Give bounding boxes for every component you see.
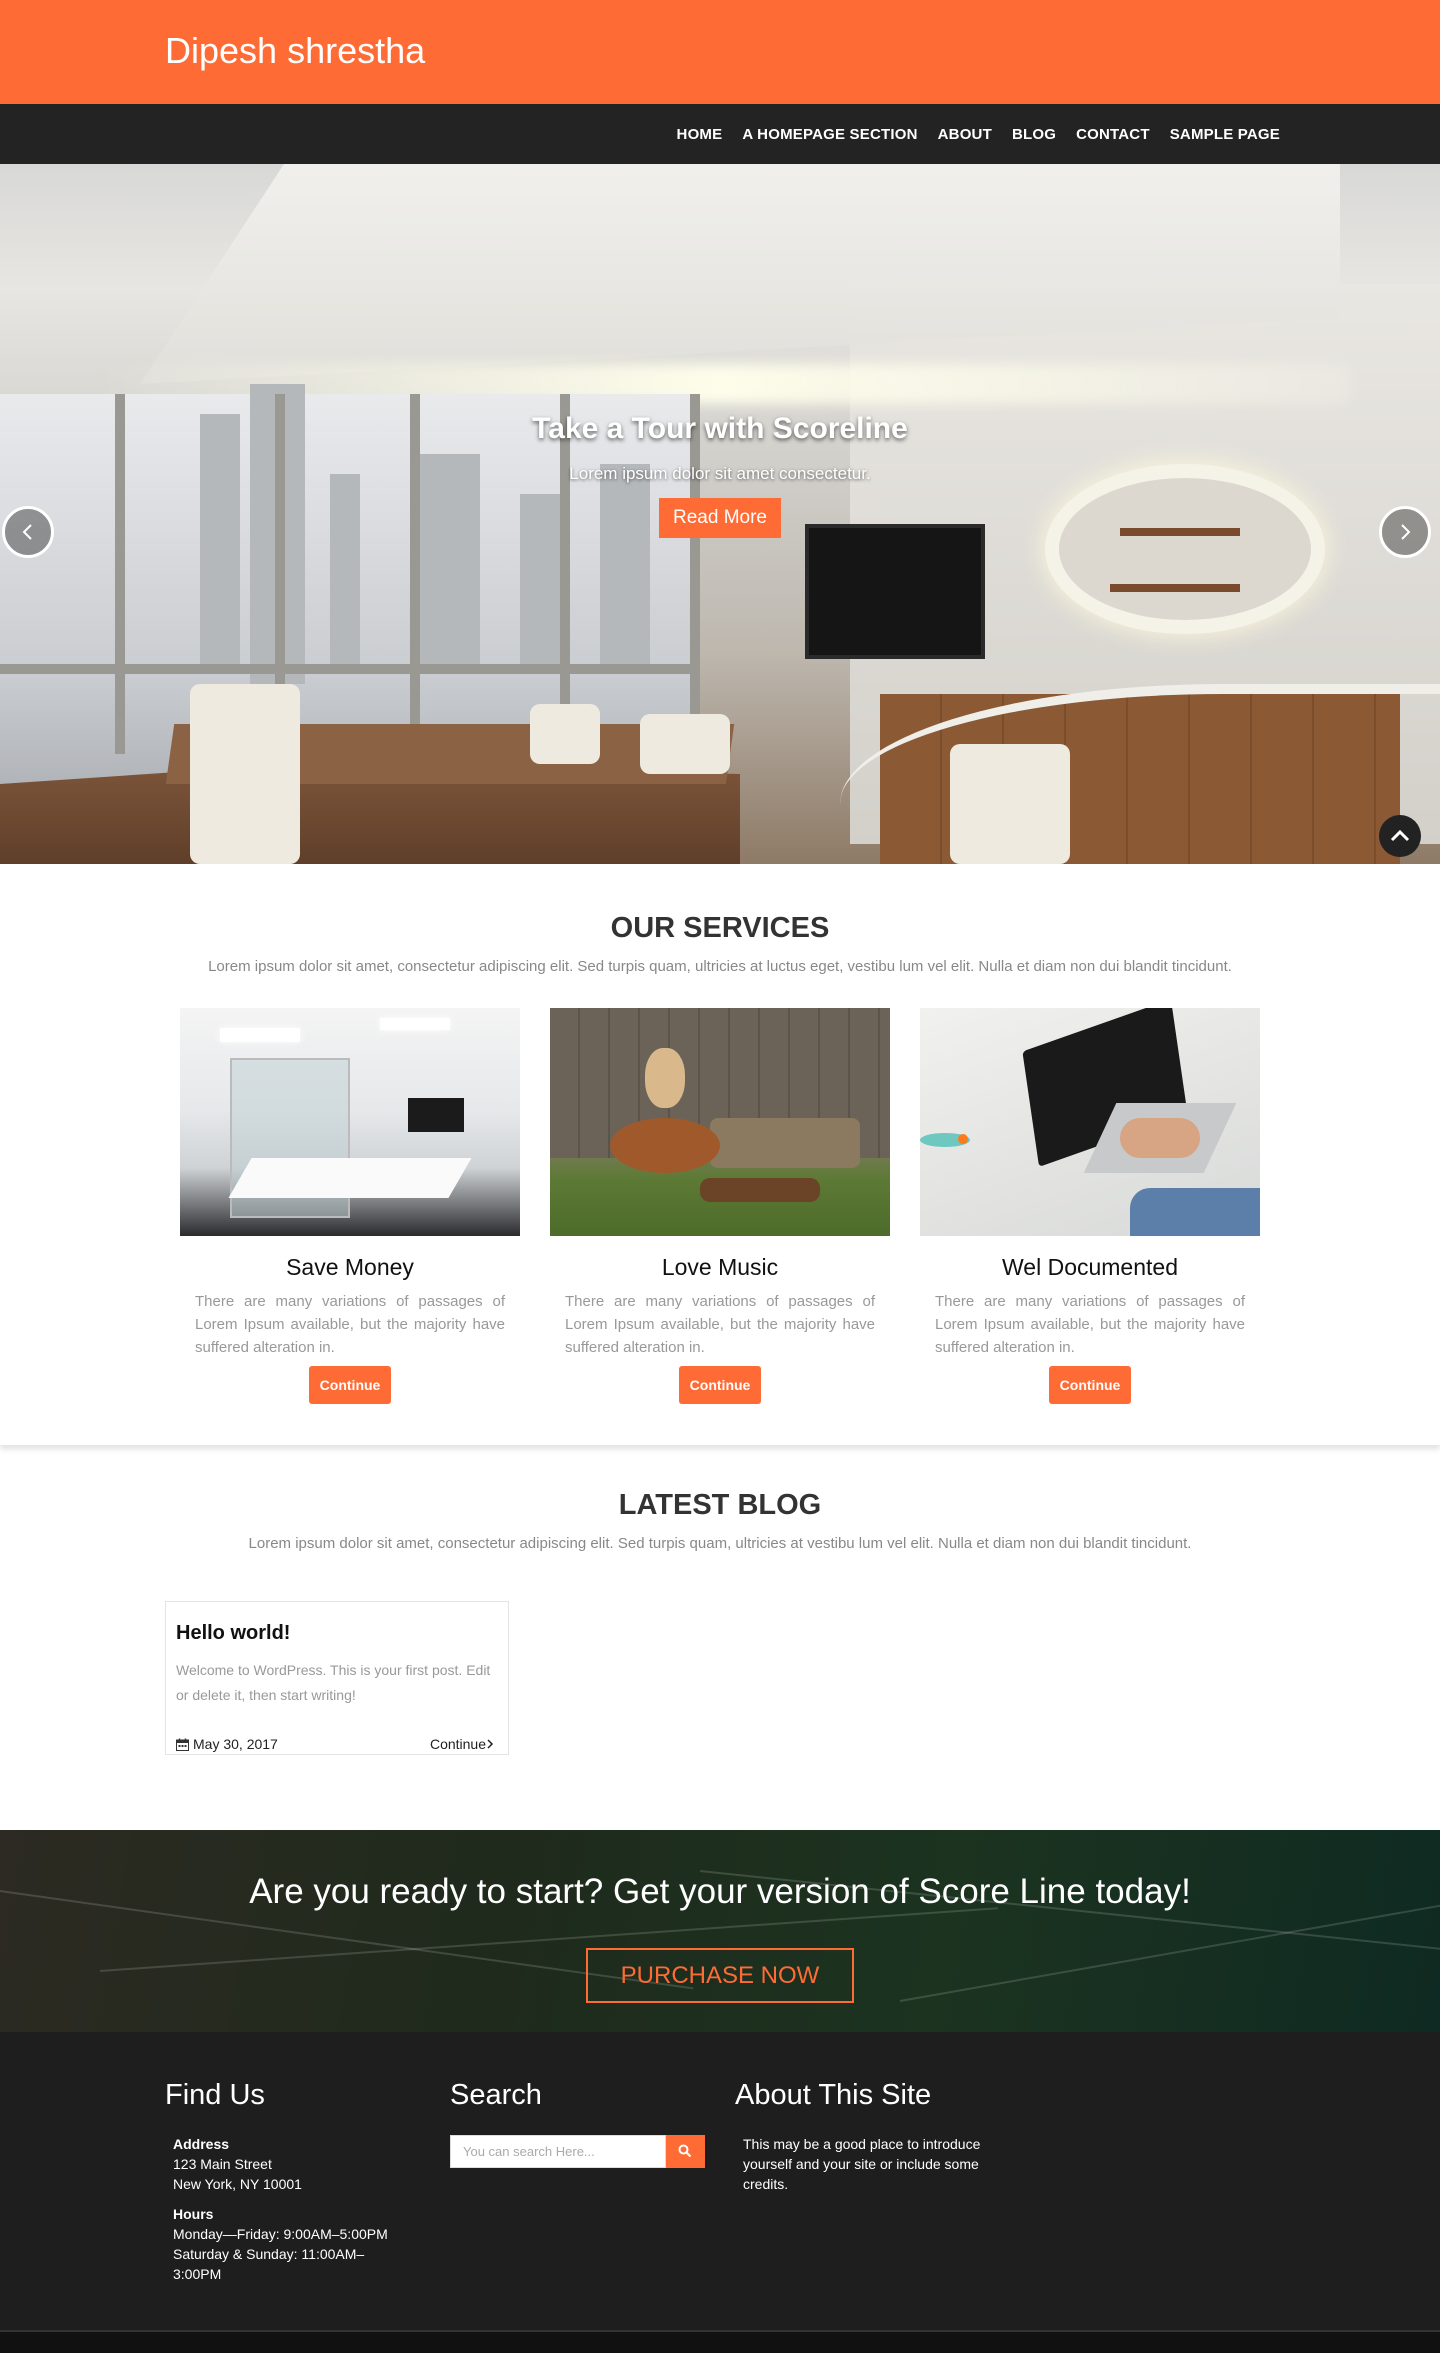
purchase-now-button[interactable]: PURCHASE NOW xyxy=(586,1948,854,2003)
hero-subtitle: Lorem ipsum dolor sit amet consectetur. xyxy=(569,464,871,483)
nav-item-sample-page[interactable]: SAMPLE PAGE xyxy=(1160,126,1280,143)
hero-image-mullion xyxy=(115,394,125,754)
post-date: May 30, 2017 xyxy=(176,1736,278,1752)
search-button[interactable] xyxy=(666,2135,705,2168)
hero-image-tower xyxy=(330,474,360,674)
hero-title: Take a Tour with Scoreline xyxy=(532,412,908,445)
service-title: Wel Documented xyxy=(1002,1254,1178,1280)
hero-image-tv xyxy=(805,524,985,659)
address-label: Address xyxy=(173,2136,230,2152)
services-description: Lorem ipsum dolor sit amet, consectetur … xyxy=(208,958,1232,975)
call-to-action: Are you ready to start? Get your version… xyxy=(0,1830,1440,2032)
post-continue-link[interactable]: Continue xyxy=(430,1736,494,1752)
post-continue-label: Continue xyxy=(429,1736,486,1752)
footer-heading-find-us: Find Us xyxy=(165,2079,265,2111)
decorative-streak xyxy=(99,1907,998,1972)
scroll-to-top-button[interactable] xyxy=(1379,815,1421,857)
image-detail xyxy=(228,1158,472,1198)
blog-title: LATEST BLOG xyxy=(618,1489,822,1521)
slider-prev-button[interactable] xyxy=(2,506,54,558)
blog-post-card: Hello world! Welcome to WordPress. This … xyxy=(165,1601,509,1755)
hero-image-mullion xyxy=(690,394,700,754)
nav-item-contact[interactable]: CONTACT xyxy=(1066,126,1160,143)
hero-image-shelf xyxy=(1120,528,1240,536)
blog-description: Lorem ipsum dolor sit amet, consectetur … xyxy=(248,1535,1192,1552)
hero-image-armchair xyxy=(950,744,1070,864)
image-detail xyxy=(610,1118,720,1173)
hero-image-chair xyxy=(190,684,300,864)
chevron-right-icon xyxy=(1401,524,1411,540)
hours-line: Monday—Friday: 9:00AM–5:00PM xyxy=(173,2226,388,2242)
site-header: Dipesh shrestha xyxy=(0,0,1440,104)
services-title: OUR SERVICES xyxy=(610,912,830,944)
image-detail xyxy=(380,1018,450,1030)
footer-heading-about: About This Site xyxy=(735,2079,932,2111)
service-image-conference-room xyxy=(180,1008,520,1236)
post-date-text: May 30, 2017 xyxy=(193,1736,278,1752)
image-detail xyxy=(645,1048,685,1108)
hero-image-mullion xyxy=(410,394,420,754)
slider-next-button[interactable] xyxy=(1379,506,1431,558)
post-excerpt: Welcome to WordPress. This is your first… xyxy=(176,1662,491,1703)
about-text: This may be a good place to introduce yo… xyxy=(743,2136,981,2192)
continue-button[interactable]: Continue xyxy=(309,1366,391,1404)
nav-item-blog[interactable]: BLOG xyxy=(1002,126,1066,143)
page: Dipesh shrestha HOME A HOMEPAGE SECTION … xyxy=(0,0,1440,2353)
footer-bottom-bar xyxy=(0,2330,1440,2353)
nav-item-about[interactable]: ABOUT xyxy=(928,126,1002,143)
hero-image-shelf xyxy=(1110,584,1240,592)
search-input[interactable]: You can search Here... xyxy=(450,2135,666,2168)
service-text: There are many variations of passages of… xyxy=(935,1293,1245,1356)
image-detail xyxy=(1130,1188,1260,1236)
service-image-laptop xyxy=(920,1008,1260,1236)
image-detail xyxy=(220,1028,300,1042)
image-detail xyxy=(710,1118,860,1168)
hero-image-chair xyxy=(530,704,600,764)
image-detail xyxy=(408,1098,464,1132)
hero-image-tower xyxy=(520,494,565,674)
nav-item-home[interactable]: HOME xyxy=(667,126,733,143)
post-title[interactable]: Hello world! xyxy=(176,1622,290,1645)
service-text: There are many variations of passages of… xyxy=(195,1293,505,1356)
chevron-up-icon xyxy=(1390,829,1410,842)
service-image-guitar-girl xyxy=(550,1008,890,1236)
hours-line: Saturday & Sunday: 11:00AM– xyxy=(173,2246,365,2262)
site-title[interactable]: Dipesh shrestha xyxy=(165,30,425,72)
hero-image-transom xyxy=(0,664,700,674)
image-detail xyxy=(958,1134,968,1144)
hero-slider: Take a Tour with Scoreline Lorem ipsum d… xyxy=(0,164,1440,864)
continue-button[interactable]: Continue xyxy=(1049,1366,1131,1404)
section-divider xyxy=(0,1437,1440,1445)
hero-image-tower xyxy=(420,454,480,674)
footer-heading-search: Search xyxy=(450,2079,542,2111)
hero-image-tower xyxy=(200,414,240,674)
calendar-icon xyxy=(176,1738,189,1751)
read-more-button[interactable]: Read More xyxy=(659,498,781,538)
hero-image-tower xyxy=(600,464,650,674)
service-title: Love Music xyxy=(661,1254,779,1280)
chevron-left-icon xyxy=(22,524,32,540)
hero-image-chair xyxy=(640,714,730,774)
service-title: Save Money xyxy=(286,1254,414,1280)
address-line: New York, NY 10001 xyxy=(173,2176,302,2192)
image-detail xyxy=(1120,1118,1200,1158)
cta-title: Are you ready to start? Get your version… xyxy=(249,1872,1191,1911)
image-detail xyxy=(700,1178,820,1202)
hero-image-mullion xyxy=(560,394,570,754)
main-navigation: HOME A HOMEPAGE SECTION ABOUT BLOG CONTA… xyxy=(0,104,1440,164)
nav-item-homepage-section[interactable]: A HOMEPAGE SECTION xyxy=(732,126,927,143)
address-line: 123 Main Street xyxy=(173,2156,272,2172)
continue-button[interactable]: Continue xyxy=(679,1366,761,1404)
hours-label: Hours xyxy=(173,2206,214,2222)
search-icon xyxy=(678,2144,692,2158)
service-text: There are many variations of passages of… xyxy=(565,1293,875,1356)
angle-right-icon xyxy=(487,1739,494,1749)
hours-line: 3:00PM xyxy=(173,2266,222,2282)
nav-list: HOME A HOMEPAGE SECTION ABOUT BLOG CONTA… xyxy=(667,104,1280,164)
hero-image-oval-niche xyxy=(1045,464,1325,634)
